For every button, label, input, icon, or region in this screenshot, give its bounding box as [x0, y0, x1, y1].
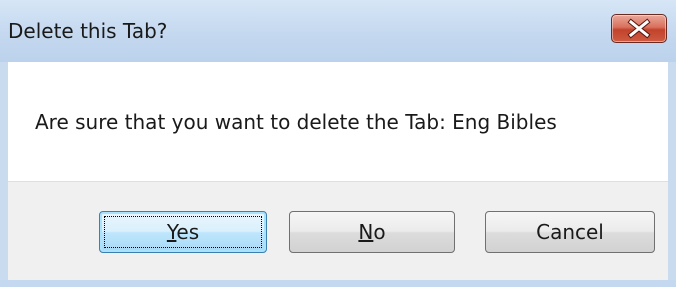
- button-bar: Yes No Cancel: [8, 181, 668, 280]
- confirmation-message: Are sure that you want to delete the Tab…: [35, 110, 557, 134]
- close-button[interactable]: [611, 14, 667, 43]
- no-mnemonic: N: [358, 220, 374, 244]
- dialog-title: Delete this Tab?: [8, 19, 168, 43]
- window-frame-bottom: [0, 280, 676, 287]
- yes-button-label: Yes: [167, 220, 199, 244]
- dialog-window: Delete this Tab? Are sure that you want …: [0, 0, 676, 287]
- yes-label-rest: es: [176, 220, 200, 244]
- cancel-button[interactable]: Cancel: [485, 211, 655, 253]
- title-bar[interactable]: Delete this Tab?: [0, 0, 676, 62]
- close-icon: [627, 18, 651, 39]
- cancel-button-label: Cancel: [536, 220, 604, 244]
- dialog-body: Are sure that you want to delete the Tab…: [8, 62, 668, 280]
- yes-mnemonic: Y: [166, 220, 177, 244]
- no-button-label: No: [358, 220, 385, 244]
- no-label-rest: o: [373, 220, 386, 244]
- yes-button[interactable]: Yes: [99, 211, 267, 253]
- no-button[interactable]: No: [289, 211, 455, 253]
